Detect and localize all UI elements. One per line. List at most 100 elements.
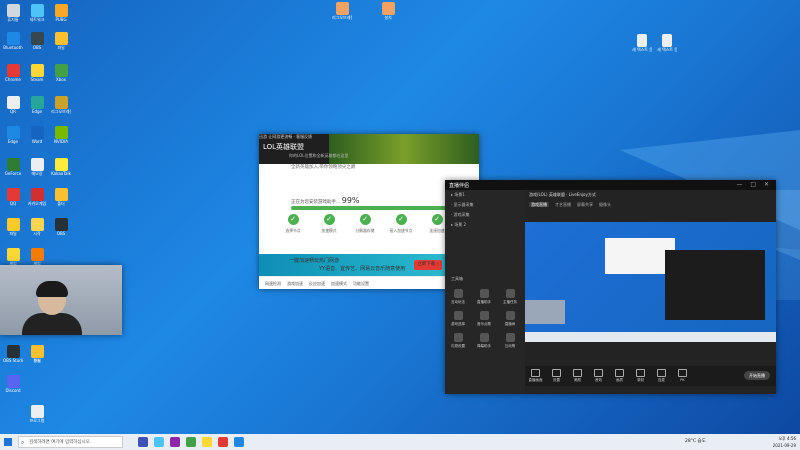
text-file-icon — [662, 34, 672, 47]
desktop-icon[interactable]: QQ — [3, 188, 23, 212]
toolbox-item[interactable]: 直播助手 — [471, 286, 497, 308]
app-icon — [6, 188, 20, 201]
desktop-icon[interactable]: QR — [3, 96, 23, 120]
installer-link[interactable]: 反应加速 — [309, 277, 325, 290]
taskbar-app-icon[interactable] — [202, 437, 212, 447]
ad-subtitle: YY语音、宜传艺、网易云音乐随意使用 — [319, 266, 406, 272]
desktop-icon[interactable]: OBS — [27, 32, 47, 56]
desktop-icon[interactable]: Bluetooth — [3, 32, 23, 56]
taskbar-app-icon[interactable] — [186, 437, 196, 447]
installer-link[interactable]: 功能设置 — [353, 277, 369, 290]
app-titlebar: 直播伴侣 — □ ✕ — [445, 180, 776, 190]
desktop-icon-label: 새 텍스트 문서 — [632, 47, 652, 52]
desktop-icon[interactable]: Edge — [3, 126, 23, 150]
desktop-icon[interactable]: OBS Studio — [3, 345, 23, 369]
desktop-icon[interactable]: OBS — [51, 218, 71, 242]
desktop-icon-label: OBS — [56, 231, 66, 236]
taskbar-search-input[interactable]: 검색하려면 여기에 입력하십시오. — [18, 436, 123, 449]
desktop-icon[interactable]: NVIDIA — [51, 126, 71, 150]
stream-tab[interactable]: 游戏直播 — [529, 202, 549, 207]
desktop-icon-label: 휴지통 — [7, 17, 19, 22]
tool-label: 互动等 — [504, 344, 516, 348]
desktop-icon[interactable]: 네트워크 — [27, 4, 47, 28]
app-icon — [6, 32, 20, 45]
scene-item[interactable]: ▸ 场景1 — [445, 190, 525, 200]
scene-item[interactable]: ▸ 场景 2 — [445, 220, 525, 230]
bottom-bar-button[interactable]: PK — [672, 369, 693, 382]
window-controls[interactable]: — □ ✕ — [736, 181, 772, 188]
desktop-icon[interactable]: 메모장 — [27, 158, 47, 182]
installer-header: 迅游 让网游更流畅 · 客服反馈 LOL英雄联盟 你的LOL位置和全新英雄都在这… — [259, 134, 479, 164]
installer-link[interactable]: 游戏加速 — [287, 277, 303, 290]
toolbox-item[interactable]: 互动等 — [497, 330, 523, 352]
desktop-icon[interactable]: Word — [27, 126, 47, 150]
stream-tab[interactable]: 屏幕共享 — [577, 202, 593, 207]
progress-label: 正在为您安装游戏助手... 99% — [291, 196, 360, 205]
bottom-bar-button[interactable]: 美颜 — [567, 369, 588, 383]
go-live-button[interactable]: 开始直播 — [744, 371, 770, 380]
desktop-icon[interactable]: Chrome — [3, 64, 23, 88]
desktop-icon-label: Steam — [30, 77, 44, 82]
desktop-icon[interactable]: 프로그램 — [27, 405, 47, 429]
app-icon — [6, 64, 20, 77]
toolbox-item[interactable]: 弹幕助手 — [471, 330, 497, 352]
desktop-icon[interactable]: 파일 — [27, 345, 47, 369]
desktop-icon[interactable]: 휴지통 — [3, 4, 23, 28]
stream-tab[interactable]: 摄像头 — [599, 202, 611, 207]
desktop-icon[interactable]: 폴더 — [51, 188, 71, 212]
desktop-icon[interactable]: Steam — [27, 64, 47, 88]
desktop-icon[interactable]: GeForce — [3, 158, 23, 182]
desktop-icon[interactable]: 새 텍스트 문서 — [657, 34, 677, 58]
system-clock[interactable]: 오후 4:56 2021-09-29 — [773, 435, 796, 449]
streaming-app-window[interactable]: 直播伴侣 — □ ✕ ▸ 场景1 · 显示器采集 · 游戏采集 ▸ 场景 2 工具箱 … — [445, 180, 776, 394]
bottom-bar-button[interactable]: 直播画面 — [525, 369, 546, 383]
installer-link[interactable]: 网速检测 — [265, 277, 281, 290]
desktop-icon[interactable]: KakaoTalk — [51, 158, 71, 182]
desktop-icon[interactable]: 카카오게임 — [27, 188, 47, 212]
taskbar-app-icon[interactable] — [170, 437, 180, 447]
start-button[interactable] — [4, 438, 12, 446]
toolbox-item[interactable]: 音乐点歌 — [471, 308, 497, 330]
desktop-icon[interactable]: Xbox — [51, 64, 71, 88]
scene-item[interactable]: · 显示器采集 — [445, 200, 525, 210]
bottom-bar-button[interactable]: 录制 — [630, 369, 651, 383]
taskbar-app-icon[interactable] — [154, 437, 164, 447]
toolbox-item[interactable]: 直播间 — [497, 308, 523, 330]
tool-label: 音乐点歌 — [477, 322, 491, 326]
taskbar-app-icon[interactable] — [234, 437, 244, 447]
desktop-icon[interactable]: 파일 — [51, 32, 71, 56]
toolbox-item[interactable]: 礼物设置 — [445, 330, 471, 352]
stream-tab[interactable]: 才艺直播 — [555, 202, 571, 207]
toolbox-item[interactable]: 互动玩法 — [445, 286, 471, 308]
button-icon — [552, 369, 561, 377]
toolbox-item[interactable]: 游戏选择 — [445, 308, 471, 330]
desktop-icon[interactable]: 리그오브레전드 — [51, 96, 71, 120]
scene-item[interactable]: · 游戏采集 — [445, 210, 525, 220]
installer-link[interactable]: 加速模式 — [331, 277, 347, 290]
taskbar-app-icon[interactable] — [218, 437, 228, 447]
ad-download-button[interactable]: 立即下载 › — [414, 260, 442, 270]
install-step: ✓ 加速模式 — [309, 214, 349, 234]
app-icon — [30, 345, 44, 358]
desktop-icon-label: OBS Studio — [3, 358, 23, 363]
desktop-icon[interactable]: 새 텍스트 문서 — [632, 34, 652, 58]
weather-widget[interactable]: 28°C 습도 — [685, 438, 706, 444]
desktop-icon[interactable]: 설치 — [378, 2, 398, 26]
desktop-icon[interactable]: PUBG — [51, 4, 71, 28]
taskbar-app-icon[interactable] — [138, 437, 148, 447]
tool-icon — [505, 311, 515, 320]
person-hair — [36, 281, 68, 297]
desktop-icon[interactable]: 리그오브레전드 — [332, 2, 352, 26]
bottom-bar-button[interactable]: 连麦 — [651, 369, 672, 383]
bottom-bar-button[interactable]: 音效 — [588, 369, 609, 383]
bottom-bar-button[interactable]: 设置 — [546, 369, 567, 383]
install-step-label: 分解器存储 — [355, 228, 375, 233]
toolbox-item[interactable]: 主播任务 — [497, 286, 523, 308]
desktop-icon[interactable]: Edge — [27, 96, 47, 120]
taskbar: 검색하려면 여기에 입력하십시오. 28°C 습도 오후 4:56 2021-0… — [0, 434, 800, 450]
desktop-icon[interactable]: 파일 — [3, 218, 23, 242]
bottom-bar-button[interactable]: 画质 — [609, 369, 630, 383]
desktop-icon[interactable]: Discord — [3, 375, 23, 399]
desktop-icon[interactable]: 시작 — [27, 218, 47, 242]
desktop-icon-label: Chrome — [5, 77, 21, 82]
